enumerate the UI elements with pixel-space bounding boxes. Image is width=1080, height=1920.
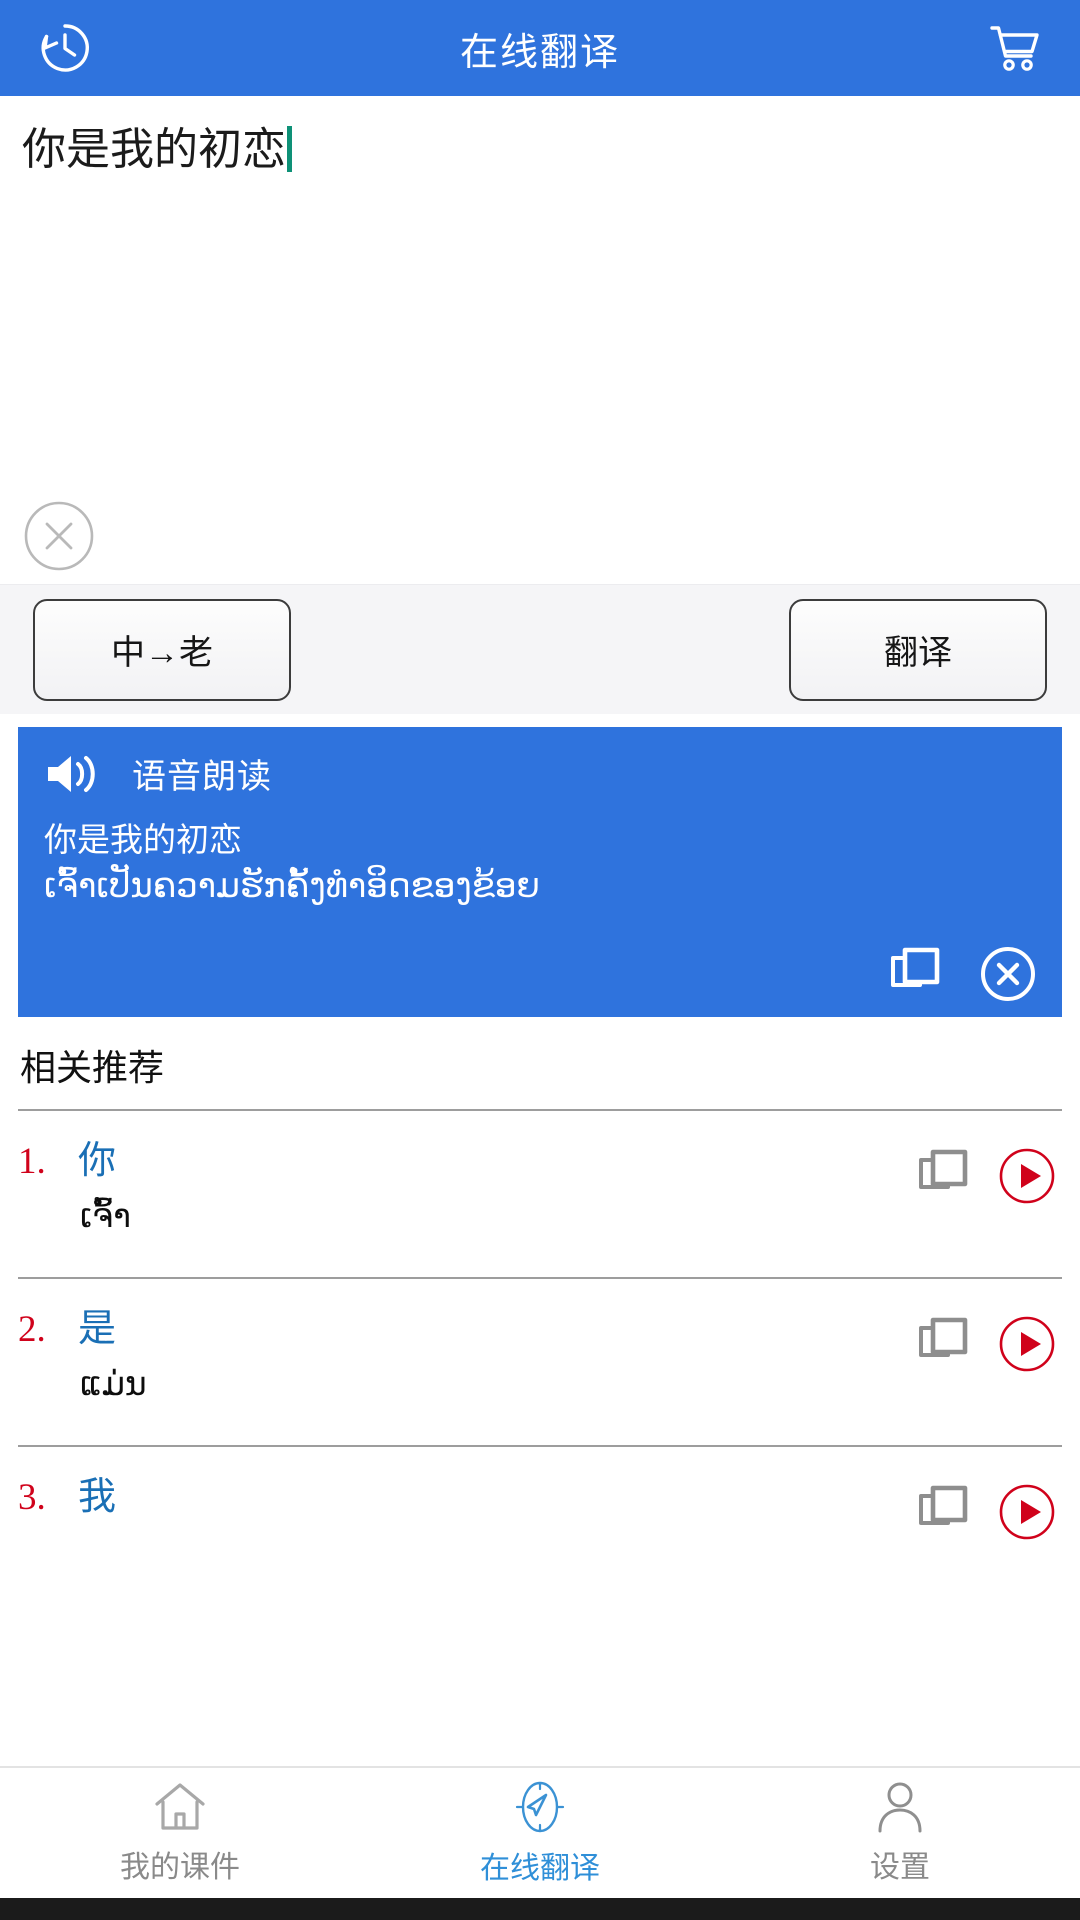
play-icon[interactable] <box>998 1147 1056 1205</box>
language-direction-button[interactable]: 中→老 <box>33 598 291 701</box>
rec-index: 1. <box>18 1141 46 1182</box>
compass-icon <box>512 1779 568 1835</box>
rec-source-text: 你 <box>78 1140 117 1182</box>
close-result-icon[interactable] <box>980 946 1036 1002</box>
nav-label: 我的课件 <box>120 1851 240 1884</box>
nav-label: 在线翻译 <box>480 1852 600 1885</box>
nav-item-online-translate[interactable]: 在线翻译 <box>360 1779 720 1887</box>
play-icon[interactable] <box>998 1483 1056 1541</box>
recommendations-section: 相关推荐 1. 你 ເຈົ້າ 2. 是 ແມ່ນ 3. 我 <box>0 1017 1080 1766</box>
person-icon <box>872 1780 928 1834</box>
play-icon[interactable] <box>998 1315 1056 1373</box>
history-icon[interactable] <box>34 17 96 79</box>
app-header: 在线翻译 <box>0 0 1080 96</box>
result-source-text: 你是我的初恋 <box>44 821 242 858</box>
source-text-value: 你是我的初恋 <box>22 125 286 174</box>
rec-actions <box>914 1315 1056 1373</box>
list-item[interactable]: 2. 是 ແມ່ນ <box>18 1277 1062 1445</box>
home-icon <box>152 1780 208 1834</box>
copy-icon[interactable] <box>914 1147 972 1205</box>
shopping-cart-icon[interactable] <box>984 17 1046 79</box>
result-actions <box>886 945 1036 1003</box>
rec-line-primary: 1. 你 <box>18 1129 1062 1184</box>
translation-result-panel: 语音朗读 你是我的初恋 ເຈົ້າເປັນຄວາມຮັກຄັ້ງທໍາອິດຂອ… <box>18 727 1062 1017</box>
rec-target-text: ເຈົ້າ <box>80 1197 131 1234</box>
copy-icon[interactable] <box>914 1315 972 1373</box>
text-caret <box>287 126 292 172</box>
page-title: 在线翻译 <box>459 31 620 74</box>
list-item[interactable]: 1. 你 ເຈົ້າ <box>18 1109 1062 1277</box>
clear-input-button[interactable] <box>23 500 95 572</box>
rec-actions <box>914 1147 1056 1205</box>
rec-line-primary: 2. 是 <box>18 1297 1062 1352</box>
rec-source-text: 我 <box>78 1476 117 1518</box>
action-bar: 中→老 翻译 <box>0 584 1080 714</box>
speak-label: 语音朗读 <box>132 758 272 796</box>
rec-target-text: ແມ່ນ <box>80 1365 147 1402</box>
copy-icon[interactable] <box>914 1483 972 1541</box>
speak-row[interactable]: 语音朗读 <box>44 749 1036 798</box>
rec-actions <box>914 1483 1056 1541</box>
home-indicator-bar <box>0 1898 1080 1920</box>
rec-index: 2. <box>18 1309 46 1350</box>
nav-item-settings[interactable]: 设置 <box>720 1780 1080 1886</box>
source-text-field[interactable]: 你是我的初恋 <box>22 120 1058 179</box>
translate-button[interactable]: 翻译 <box>789 598 1047 701</box>
copy-icon[interactable] <box>886 945 944 1003</box>
result-target-text: ເຈົ້າເປັນຄວາມຮັກຄັ້ງທໍາອິດຂອງຂ້ອຍ <box>44 866 540 905</box>
rec-source-text: 是 <box>78 1308 117 1350</box>
recommendations-title: 相关推荐 <box>20 1047 165 1088</box>
nav-label: 设置 <box>870 1851 930 1884</box>
nav-item-my-courseware[interactable]: 我的课件 <box>0 1780 360 1886</box>
rec-line-primary: 3. 我 <box>18 1465 1062 1520</box>
app-root: 在线翻译 你是我的初恋 中→老 翻译 语音朗读 你是我的初恋 ເຈົ້າເປັນ… <box>0 0 1080 1920</box>
translation-input-area[interactable]: 你是我的初恋 <box>0 96 1080 584</box>
speaker-icon[interactable] <box>44 750 104 798</box>
rec-index: 3. <box>18 1477 46 1518</box>
list-item[interactable]: 3. 我 <box>18 1445 1062 1613</box>
bottom-navigation: 我的课件 在线翻译 设置 <box>0 1766 1080 1898</box>
